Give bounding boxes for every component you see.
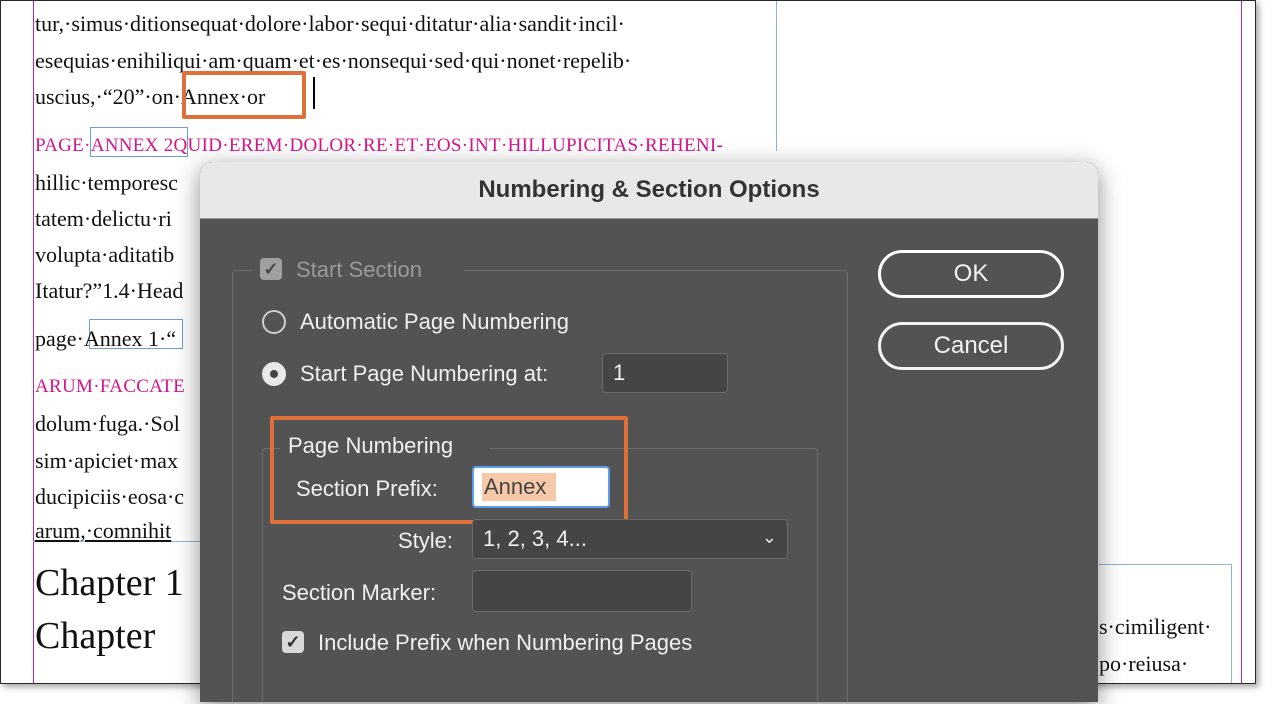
start-section-checkbox[interactable]: ✓ — [260, 258, 282, 280]
chevron-down-icon: ⌄ — [761, 527, 777, 547]
start-page-input[interactable]: 1 — [602, 353, 728, 393]
body-text-line[interactable]: Itatur?”1.4·Head — [35, 278, 183, 304]
section-heading-line[interactable]: ARUM·FACCATE — [35, 376, 185, 398]
section-marker-input[interactable] — [472, 570, 692, 612]
left-margin-guide — [33, 1, 34, 683]
body-text-line[interactable]: page·Annex 1·“ — [35, 326, 176, 352]
chapter-heading[interactable]: Chapter — [35, 614, 155, 658]
body-text-line[interactable]: volupta·aditatib — [35, 242, 174, 268]
auto-numbering-radio[interactable] — [262, 310, 286, 334]
body-text-line[interactable]: esequias·enihiliqui·am·quam·et·es·nonseq… — [35, 48, 631, 74]
body-text-line[interactable]: tatem·delictu·ri — [35, 206, 172, 232]
text-frame-edge — [1231, 564, 1232, 683]
start-section-label: Start Section — [296, 257, 422, 282]
auto-numbering-label[interactable]: Automatic Page Numbering — [300, 309, 569, 335]
cancel-button[interactable]: Cancel — [878, 322, 1064, 370]
ok-button[interactable]: OK — [878, 250, 1064, 298]
page-numbering-highlight — [270, 416, 628, 524]
style-select[interactable]: 1, 2, 3, 4... ⌄ — [472, 519, 788, 559]
section-heading-line[interactable]: PAGE·ANNEX 2QUID·EREM·DOLOR·RE·ET·EOS·IN… — [35, 135, 723, 157]
start-at-radio[interactable] — [262, 362, 286, 386]
section-marker-label: Section Marker: — [282, 580, 437, 605]
right-margin-guide — [1241, 1, 1242, 683]
start-at-label[interactable]: Start Page Numbering at: — [300, 361, 548, 387]
style-label: Style: — [398, 528, 454, 553]
body-text-line[interactable]: tur,·simus·ditionsequat·dolore·labor·seq… — [35, 11, 625, 37]
body-text-line[interactable]: hillic·temporesc — [35, 170, 178, 196]
dialog-titlebar[interactable]: Numbering & Section Options — [200, 162, 1098, 219]
include-prefix-checkbox[interactable]: ✓ — [282, 631, 304, 653]
body-text-line[interactable]: dolum·fuga.·Sol — [35, 411, 180, 437]
include-prefix-label[interactable]: Include Prefix when Numbering Pages — [318, 630, 692, 656]
annex-reference-highlight — [182, 71, 306, 119]
dialog-title: Numbering & Section Options — [478, 176, 820, 203]
text-frame-edge — [776, 1, 777, 151]
body-text-line[interactable]: sim·apiciet·max — [35, 448, 178, 474]
text-cursor — [313, 77, 315, 109]
text-frame-edge — [1099, 564, 1231, 565]
numbering-section-options-dialog: Numbering & Section Options ✓ Start Sect… — [200, 162, 1098, 702]
body-text-line[interactable]: po·reiusa· — [1099, 651, 1188, 677]
body-text-line[interactable]: ducipiciis·eosa·c — [35, 484, 184, 510]
chapter-heading[interactable]: Chapter 1 — [35, 561, 184, 605]
body-text-line[interactable]: s·cimiligent· — [1099, 614, 1211, 640]
body-text-line[interactable]: arum,·comnihit — [35, 518, 171, 544]
